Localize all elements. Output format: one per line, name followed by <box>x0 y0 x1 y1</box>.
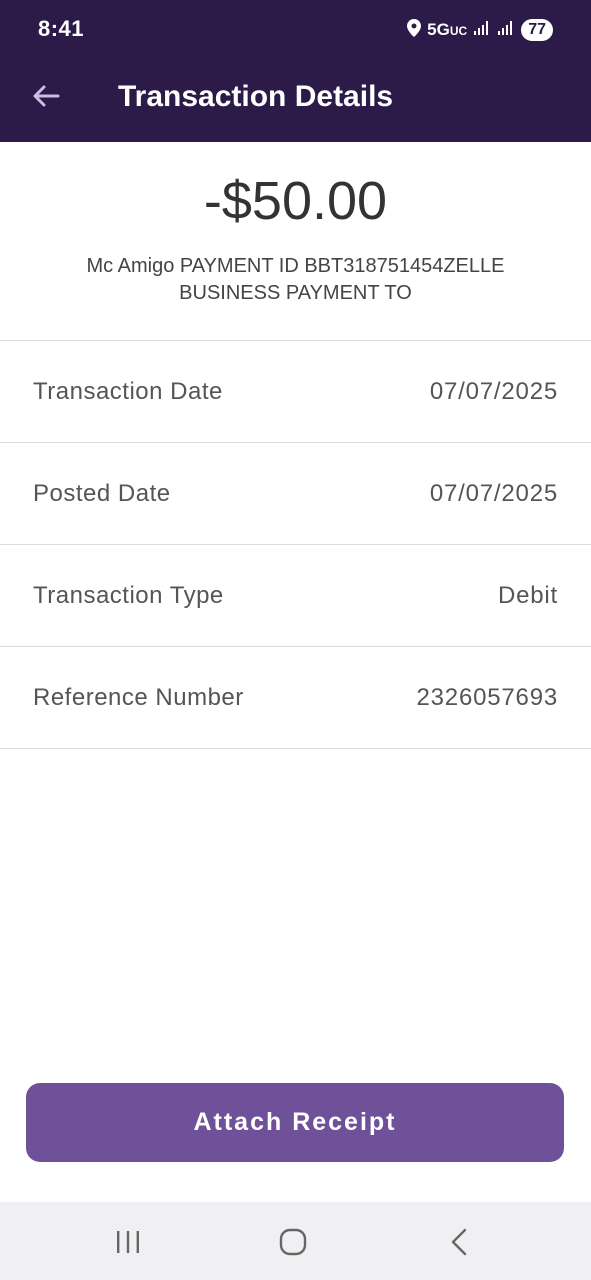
attach-receipt-button[interactable]: Attach Receipt <box>26 1083 564 1162</box>
signal-icon <box>473 20 491 41</box>
home-button[interactable] <box>263 1216 323 1268</box>
detail-label: Posted Date <box>33 480 171 507</box>
page-title: Transaction Details <box>118 80 394 113</box>
recent-apps-icon <box>117 1231 139 1253</box>
recent-apps-button[interactable] <box>98 1216 158 1268</box>
detail-value: Debit <box>497 582 558 609</box>
network-label: 5GUC <box>427 20 468 39</box>
signal-icon <box>497 20 515 41</box>
arrow-left-icon <box>33 85 60 107</box>
transaction-amount: -$50.00 <box>203 171 388 231</box>
detail-row-posted-date: Posted Date 07/07/2025 <box>0 443 591 544</box>
detail-value: 07/07/2025 <box>429 378 558 405</box>
battery-indicator: 77 <box>521 19 553 41</box>
detail-label: Reference Number <box>33 684 244 711</box>
detail-row-transaction-date: Transaction Date 07/07/2025 <box>0 341 591 442</box>
status-bar: 8:41 5GUC 77 <box>0 0 591 60</box>
app-bar: Transaction Details <box>0 60 591 142</box>
system-nav-bar <box>0 1202 591 1280</box>
detail-row-reference-number: Reference Number 2326057693 <box>0 647 591 748</box>
location-icon <box>407 18 422 42</box>
detail-row-transaction-type: Transaction Type Debit <box>0 545 591 646</box>
detail-value: 2326057693 <box>416 684 558 711</box>
transaction-description: Mc Amigo PAYMENT ID BBT318751454ZELLE BU… <box>86 255 505 304</box>
back-button[interactable] <box>22 72 70 120</box>
back-icon <box>451 1228 467 1256</box>
home-icon <box>279 1228 307 1256</box>
divider <box>0 748 591 749</box>
detail-label: Transaction Type <box>33 582 224 609</box>
status-time: 8:41 <box>38 16 85 41</box>
status-icons: 5GUC 77 <box>407 17 553 43</box>
detail-value: 07/07/2025 <box>429 480 558 507</box>
network-suffix: UC <box>449 24 468 38</box>
detail-label: Transaction Date <box>33 378 223 405</box>
system-back-button[interactable] <box>429 1216 489 1268</box>
